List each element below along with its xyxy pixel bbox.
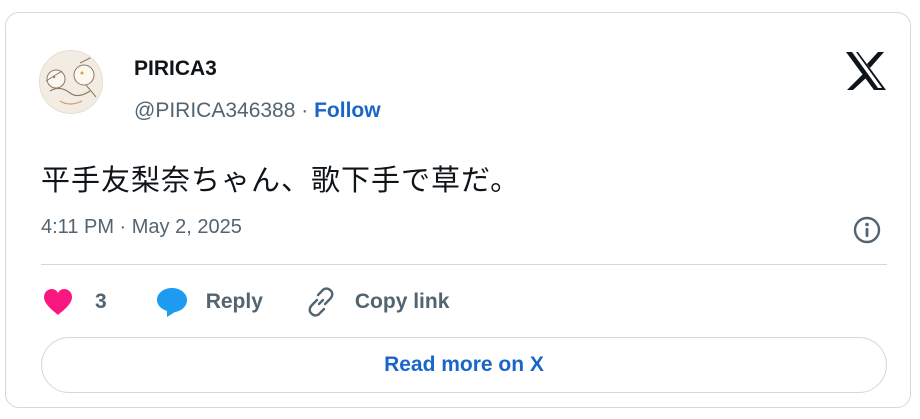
avatar[interactable]: [39, 50, 103, 114]
like-button[interactable]: 3: [41, 287, 107, 317]
tweet-card: PIRICA3 @PIRICA346388 · Follow 平手友梨奈ちゃん、…: [5, 12, 911, 408]
link-icon: [308, 287, 334, 317]
x-logo-icon[interactable]: [844, 51, 888, 91]
action-bar: 3 Reply Copy link: [41, 285, 449, 319]
divider: [41, 264, 887, 265]
reply-label: Reply: [205, 290, 263, 313]
read-more-button[interactable]: Read more on X: [41, 337, 887, 393]
tweet-timestamp[interactable]: 4:11 PM · May 2, 2025: [41, 216, 242, 239]
reply-button[interactable]: Reply: [155, 286, 263, 318]
copy-link-button[interactable]: Copy link: [305, 286, 450, 318]
follow-link[interactable]: Follow: [314, 99, 381, 122]
user-name[interactable]: PIRICA3: [134, 57, 217, 81]
heart-icon: [44, 289, 72, 315]
like-count: 3: [95, 290, 107, 313]
tweet-text: 平手友梨奈ちゃん、歌下手で草だ。: [41, 165, 521, 197]
avatar-drawing: [40, 51, 102, 113]
user-handle[interactable]: @PIRICA346388: [134, 99, 295, 122]
separator-dot: ·: [301, 99, 309, 122]
copy-link-label: Copy link: [354, 290, 450, 313]
handle-row: @PIRICA346388 · Follow: [134, 99, 381, 123]
reply-bubble-icon: [156, 288, 187, 317]
info-icon[interactable]: [852, 215, 882, 245]
